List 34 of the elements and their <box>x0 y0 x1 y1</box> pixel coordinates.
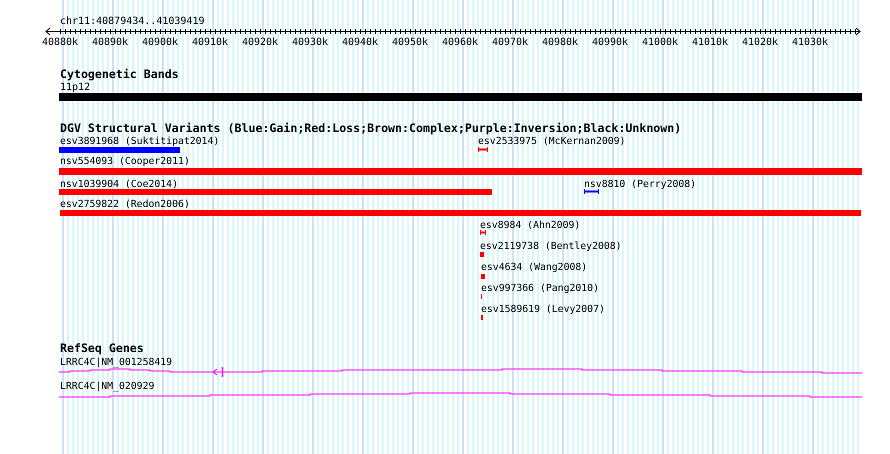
ruler-label: 40940k <box>342 37 378 48</box>
region-label: chr11:40879434..41039419 <box>60 16 204 27</box>
variant-label: esv2759822 (Redon2006) <box>60 199 190 210</box>
ruler-label: 41010k <box>692 37 728 48</box>
ruler-label: 41000k <box>642 37 678 48</box>
variant-label: esv2119738 (Bentley2008) <box>480 241 622 252</box>
variant-label: esv4634 (Wang2008) <box>481 262 588 273</box>
ruler-label: 40910k <box>192 37 228 48</box>
ruler-label: 40990k <box>592 37 628 48</box>
variant-label: nsv8810 (Perry2008) <box>584 179 696 190</box>
ruler-label: 40960k <box>442 37 478 48</box>
ruler-label: 40950k <box>392 37 428 48</box>
ruler-label: 40920k <box>242 37 278 48</box>
variant-label: nsv554093 (Cooper2011) <box>60 156 190 167</box>
ruler-label: 41020k <box>742 37 778 48</box>
ruler-label: 40930k <box>292 37 328 48</box>
ruler-label: 40900k <box>142 37 178 48</box>
gene-label: LRRC4C|NM_001258419 <box>60 357 172 368</box>
ruler-label: 40890k <box>92 37 128 48</box>
gene-label: LRRC4C|NM_020929 <box>60 381 154 392</box>
variant-label: esv3891968 (Suktitipat2014) <box>60 136 220 147</box>
ruler-label: 40970k <box>492 37 528 48</box>
band-label: 11p12 <box>60 82 90 93</box>
track-title: DGV Structural Variants (Blue:Gain;Red:Loss;Brown:Complex;Purple:Inversion;Black:Unknown) <box>60 121 682 135</box>
variant-label: esv8984 (Ahn2009) <box>480 220 580 231</box>
variant-label: nsv1039904 (Coe2014) <box>60 179 178 190</box>
track-title: Cytogenetic Bands <box>60 67 179 81</box>
variant-label: esv2533975 (McKernan2009) <box>478 136 626 147</box>
ruler-label: 40980k <box>542 37 578 48</box>
variant-label: esv997366 (Pang2010) <box>481 283 599 294</box>
variant-label: esv1589619 (Levy2007) <box>481 304 605 315</box>
ruler-label: 41030k <box>792 37 828 48</box>
track-title: RefSeq Genes <box>60 341 144 355</box>
ruler-label: 40880k <box>42 37 78 48</box>
